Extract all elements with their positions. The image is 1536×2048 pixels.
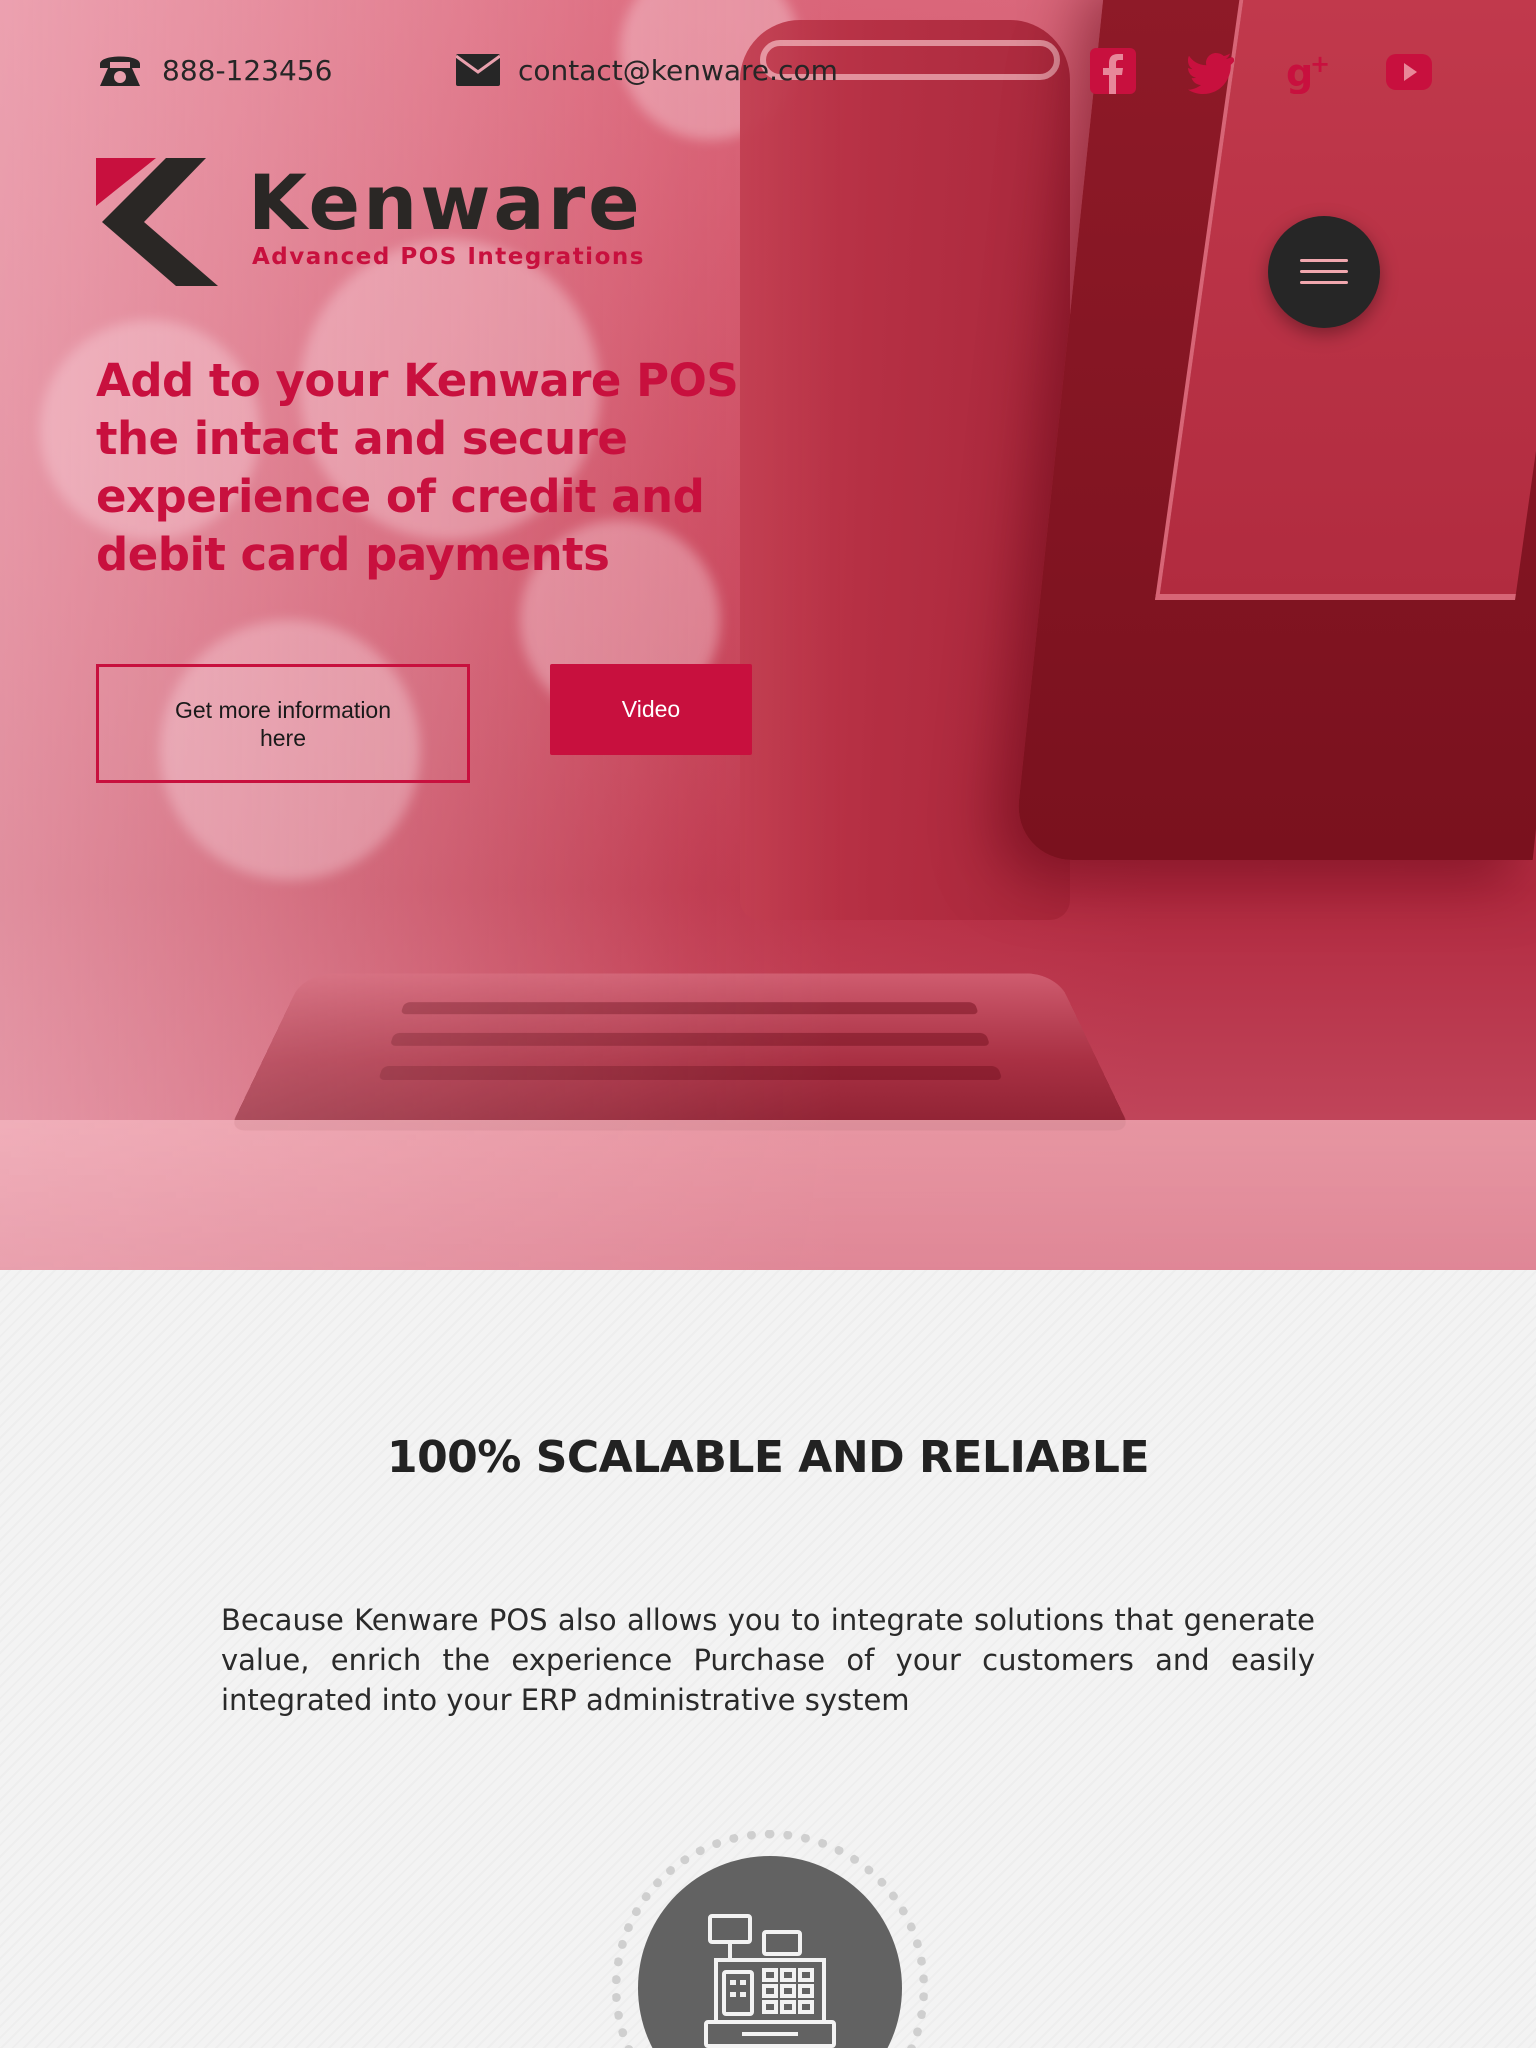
envelope-icon	[456, 54, 500, 86]
video-label: Video	[621, 696, 681, 722]
google-plus-icon[interactable]: g +	[1286, 48, 1332, 95]
phone-contact[interactable]: 888-123456	[96, 48, 332, 92]
logo-mark-icon	[96, 158, 218, 286]
facebook-icon[interactable]	[1090, 48, 1136, 94]
menu-bar	[1300, 281, 1348, 284]
menu-bar	[1300, 270, 1348, 273]
email-contact[interactable]: contact@kenware.com	[456, 48, 838, 92]
section-title: 100% SCALABLE AND RELIABLE	[386, 1432, 1150, 1483]
email-address: contact@kenware.com	[518, 53, 838, 87]
more-info-button[interactable]: Get more information here	[96, 664, 470, 783]
hamburger-menu-button[interactable]	[1268, 216, 1380, 328]
kenware-logo[interactable]: Kenware Advanced POS Integrations	[96, 158, 656, 290]
social-links: g +	[1090, 48, 1432, 96]
menu-bar	[1300, 259, 1348, 262]
phone-icon	[100, 56, 140, 86]
hero-section: 888-123456 contact@kenware.com g + Kenwar…	[0, 0, 1536, 1270]
cash-register-icon	[704, 1914, 836, 2048]
brand-tagline: Advanced POS Integrations	[252, 244, 645, 270]
features-section: 100% SCALABLE AND RELIABLE Because Kenwa…	[0, 1270, 1536, 2048]
brand-name: Kenware	[248, 158, 643, 247]
more-info-label: Get more information here	[174, 696, 392, 751]
video-button[interactable]: Video	[550, 664, 752, 755]
twitter-icon[interactable]	[1187, 48, 1235, 94]
youtube-icon[interactable]	[1384, 48, 1432, 94]
section-description: Because Kenware POS also allows you to i…	[221, 1603, 1315, 1717]
svg-text:+: +	[1310, 50, 1330, 78]
hero-headline: Add to your Kenware POS the intact and s…	[96, 354, 739, 581]
phone-number: 888-123456	[162, 53, 333, 87]
